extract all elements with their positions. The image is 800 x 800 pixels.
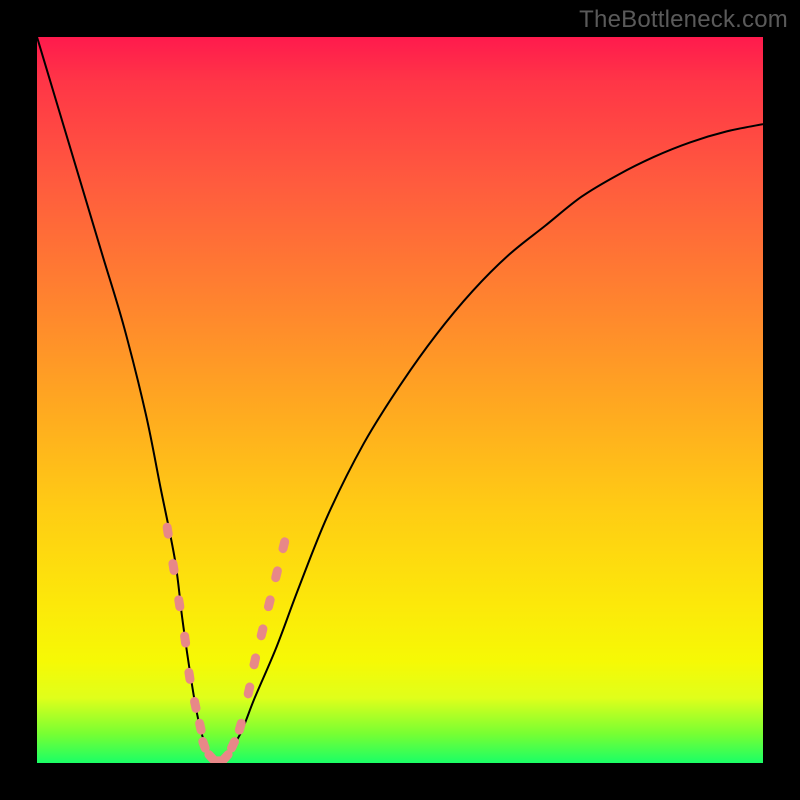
marker-pill	[256, 623, 269, 641]
marker-pill	[174, 595, 185, 612]
marker-pill	[249, 653, 261, 671]
marker-pill	[168, 558, 179, 575]
plot-area	[37, 37, 763, 763]
marker-pill	[270, 565, 283, 583]
curve-markers	[162, 522, 290, 763]
watermark-text: TheBottleneck.com	[579, 6, 788, 34]
curve-svg	[37, 37, 763, 763]
marker-pill	[263, 594, 276, 612]
marker-pill	[194, 718, 206, 736]
chart-frame: TheBottleneck.com	[0, 0, 800, 800]
marker-pill	[162, 522, 173, 539]
marker-pill	[278, 536, 291, 554]
marker-pill	[184, 667, 195, 684]
marker-pill	[189, 696, 201, 714]
marker-pill	[180, 631, 191, 648]
marker-pill	[243, 682, 255, 700]
marker-pill	[234, 718, 247, 736]
bottleneck-curve	[37, 37, 763, 763]
